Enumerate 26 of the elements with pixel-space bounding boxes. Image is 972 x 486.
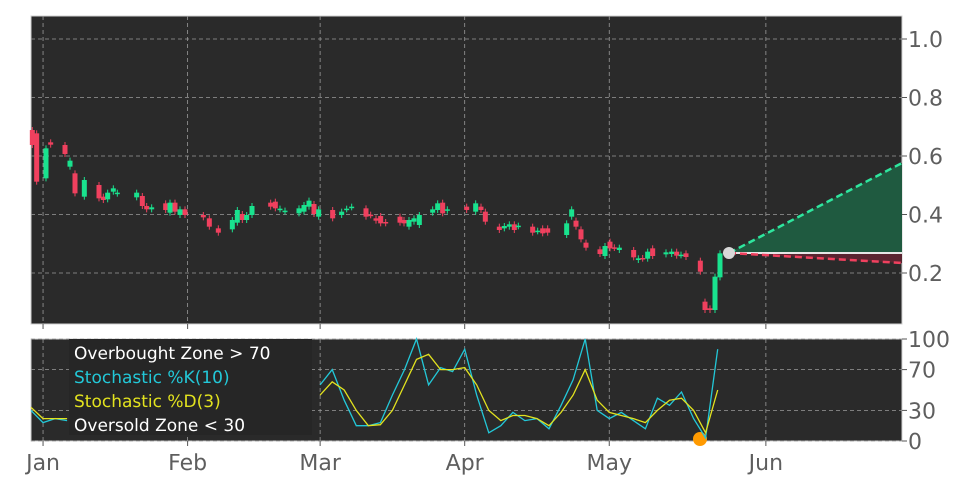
y-tick-label: 0 (908, 430, 922, 455)
y-tick-label: 0.2 (908, 262, 943, 287)
price-marker-dot (723, 247, 735, 259)
candlestick (216, 224, 221, 236)
y-tick-label: 0.4 (908, 204, 943, 228)
y-tick-label: 1.0 (908, 28, 943, 53)
legend-text: Stochastic %K(10) (74, 368, 230, 388)
legend-text: Overbought Zone > 70 (74, 344, 270, 364)
x-tick-label: Feb (168, 451, 208, 476)
x-tick-label: May (586, 451, 632, 476)
candlestick (330, 206, 336, 222)
y-tick-label: 100 (908, 330, 950, 353)
candlestick (698, 257, 703, 276)
legend-text: Stochastic %D(3) (74, 392, 221, 412)
candlestick (82, 176, 87, 200)
x-tick-label: Mar (299, 451, 341, 476)
y-tick-label: 30 (908, 399, 936, 424)
x-tick-label: Jan (26, 451, 60, 476)
y-tick-label: 0.8 (908, 86, 943, 112)
x-tick-label: Jun (748, 451, 784, 476)
candlestick (464, 203, 470, 214)
y-tick-label: 70 (908, 358, 936, 384)
legend-text: Oversold Zone < 30 (74, 416, 246, 436)
x-tick-label: Apr (446, 451, 484, 476)
oversold-marker-dot (693, 432, 707, 446)
y-tick-label: 0.6 (908, 145, 943, 170)
